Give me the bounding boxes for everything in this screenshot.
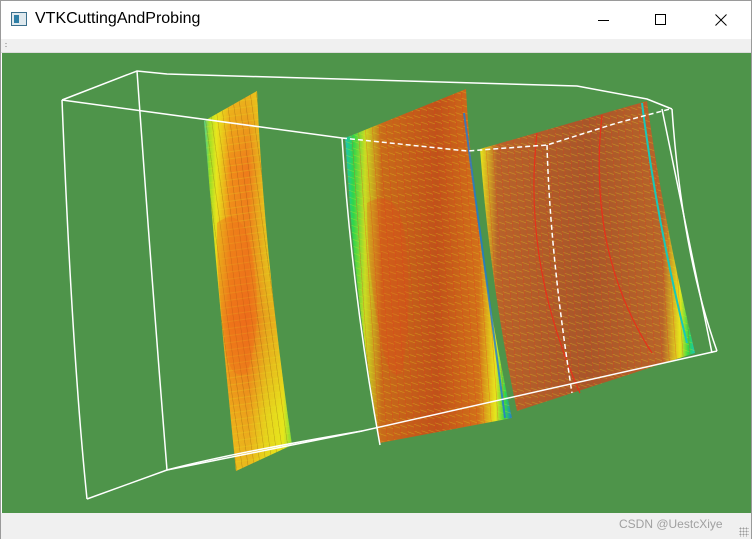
cut-plane-left <box>204 91 292 471</box>
title-bar[interactable]: VTKCuttingAndProbing <box>1 1 751 39</box>
close-button[interactable] <box>698 1 744 39</box>
close-icon <box>715 14 727 26</box>
minimize-button[interactable] <box>581 1 627 39</box>
minimize-icon <box>598 20 609 21</box>
resize-grip-icon[interactable] <box>739 527 749 537</box>
render-scene <box>61 70 718 500</box>
status-bar: CSDN @UestcXiye <box>1 513 751 539</box>
render-viewport[interactable] <box>2 53 751 513</box>
maximize-button[interactable] <box>638 1 684 39</box>
maximize-icon <box>655 14 666 25</box>
toolbar-grip-icon[interactable] <box>5 42 7 49</box>
app-window: VTKCuttingAndProbing CSDN @UestcXiye <box>0 0 752 539</box>
window-title: VTKCuttingAndProbing <box>35 10 201 27</box>
toolbar-strip <box>1 39 751 53</box>
watermark-text: CSDN @UestcXiye <box>619 517 723 531</box>
app-icon <box>11 12 27 26</box>
